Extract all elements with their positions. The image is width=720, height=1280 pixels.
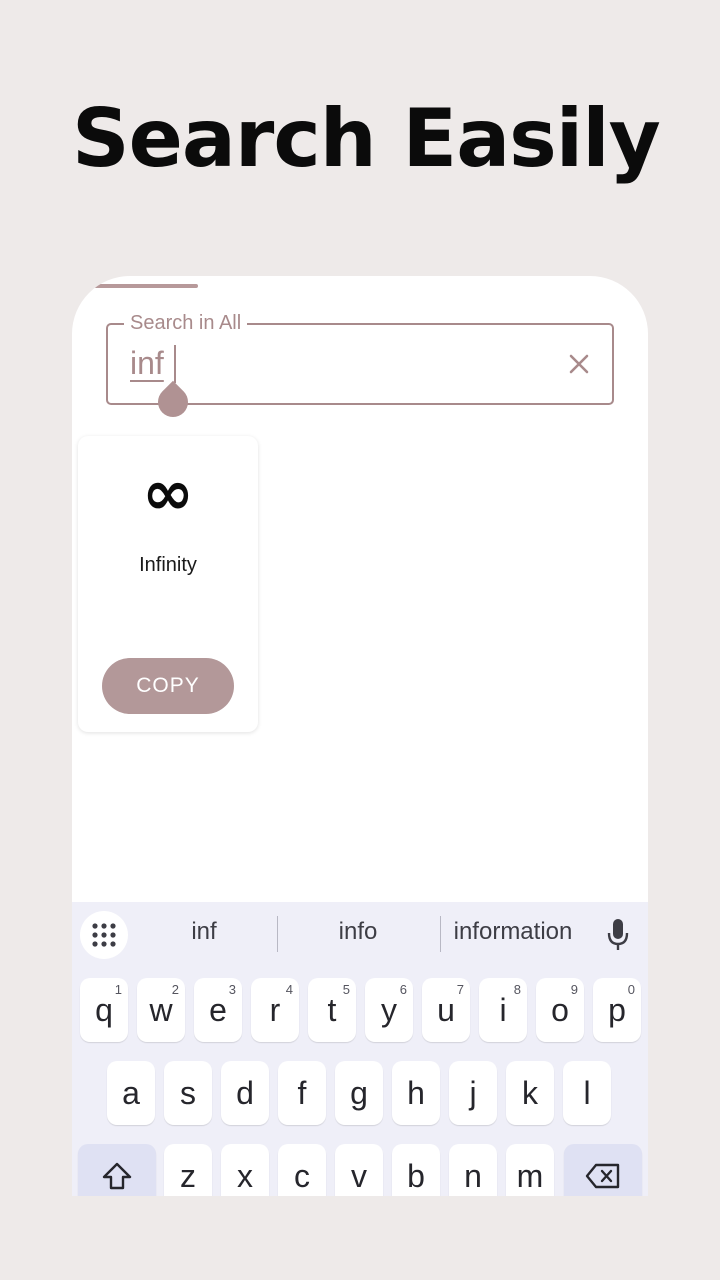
key[interactable]: o9 [536, 978, 584, 1042]
symbol-card[interactable]: ∞ Infinity COPY [78, 436, 258, 732]
key[interactable]: f [278, 1061, 326, 1125]
key-hint: 1 [114, 982, 122, 997]
key[interactable]: h [392, 1061, 440, 1125]
key[interactable]: x [221, 1144, 269, 1196]
tab-indicator [94, 284, 198, 288]
search-field-label: Search in All [124, 311, 248, 335]
key[interactable]: l [563, 1061, 611, 1125]
key[interactable]: e3 [194, 978, 242, 1042]
key-hint: 5 [342, 982, 350, 997]
key-hint: 6 [399, 982, 407, 997]
key-letter: r [269, 991, 281, 1028]
suggestion-item[interactable]: information [448, 918, 578, 946]
key[interactable]: s [164, 1061, 212, 1125]
key-letter: w [149, 991, 173, 1028]
key-letter: p [608, 991, 626, 1028]
suggestion-divider [440, 916, 441, 952]
key-hint: 8 [513, 982, 521, 997]
microphone-icon[interactable] [606, 918, 630, 952]
key-letter: t [327, 991, 337, 1028]
key-letter: u [437, 991, 455, 1028]
key[interactable]: m [506, 1144, 554, 1196]
close-icon[interactable] [564, 349, 594, 379]
key-hint: 2 [171, 982, 179, 997]
search-input[interactable]: inf [130, 343, 164, 383]
keyboard-menu-button[interactable] [80, 911, 128, 959]
key[interactable]: j [449, 1061, 497, 1125]
infinity-symbol: ∞ [142, 456, 194, 529]
key[interactable]: u7 [422, 978, 470, 1042]
key[interactable]: v [335, 1144, 383, 1196]
key[interactable]: g [335, 1061, 383, 1125]
shift-icon [102, 1162, 132, 1190]
text-caret [174, 345, 176, 383]
shift-key[interactable] [78, 1144, 156, 1196]
key[interactable]: r4 [251, 978, 299, 1042]
key[interactable]: a [107, 1061, 155, 1125]
key[interactable]: z [164, 1144, 212, 1196]
key-letter: q [95, 991, 113, 1028]
key-hint: 4 [285, 982, 293, 997]
phone-screen: Search in All inf ∞ Infinity COPY inf in… [72, 276, 648, 1196]
backspace-icon [585, 1163, 620, 1189]
key[interactable]: n [449, 1144, 497, 1196]
key-hint: 9 [570, 982, 578, 997]
suggestion-item[interactable]: inf [164, 918, 244, 946]
backspace-key[interactable] [564, 1144, 642, 1196]
key[interactable]: b [392, 1144, 440, 1196]
suggestion-divider [277, 916, 278, 952]
key[interactable]: t5 [308, 978, 356, 1042]
key[interactable]: w2 [137, 978, 185, 1042]
key-letter: i [499, 991, 507, 1028]
key[interactable]: i8 [479, 978, 527, 1042]
key[interactable]: d [221, 1061, 269, 1125]
key-letter: y [381, 991, 397, 1028]
key[interactable]: k [506, 1061, 554, 1125]
caret-handle[interactable] [151, 380, 195, 424]
key-hint: 3 [228, 982, 236, 997]
suggestion-item[interactable]: info [308, 918, 408, 946]
keyboard: inf info information q1w2e3r4t5y6u7i8o9p… [72, 902, 648, 1196]
suggestion-bar: inf info information [72, 902, 648, 968]
key-letter: e [209, 991, 227, 1028]
key[interactable]: c [278, 1144, 326, 1196]
grid-icon [92, 923, 116, 947]
copy-button[interactable]: COPY [102, 658, 234, 714]
key-letter: o [551, 991, 569, 1028]
symbol-name: Infinity [139, 554, 197, 576]
key-hint: 0 [627, 982, 635, 997]
key[interactable]: y6 [365, 978, 413, 1042]
search-field[interactable]: Search in All inf [106, 311, 614, 424]
key[interactable]: p0 [593, 978, 641, 1042]
key[interactable]: q1 [80, 978, 128, 1042]
headline: Search Easily [72, 92, 661, 185]
key-hint: 7 [456, 982, 464, 997]
